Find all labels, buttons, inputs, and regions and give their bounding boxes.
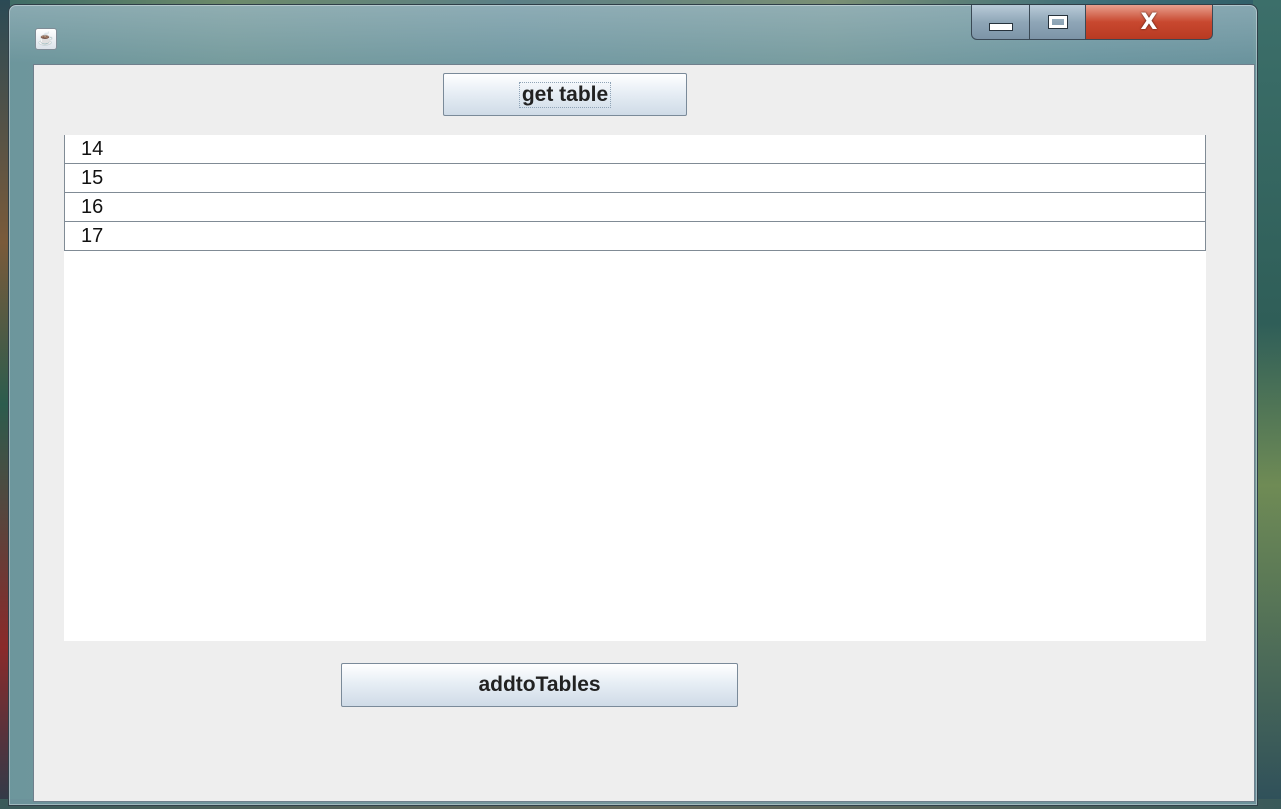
- table-row[interactable]: 14: [64, 135, 1206, 164]
- window-controls: X: [971, 5, 1255, 40]
- maximize-icon: [1048, 15, 1068, 29]
- close-button[interactable]: X: [1085, 5, 1213, 40]
- table-panel[interactable]: 14 15 16 17: [64, 135, 1206, 641]
- get-table-button[interactable]: get table: [443, 73, 687, 116]
- minimize-icon: [989, 23, 1013, 31]
- add-to-tables-button-label: addtoTables: [478, 673, 601, 696]
- app-window: ☕ X get table 14 15 16 17 addtoTables: [8, 4, 1258, 806]
- table-cell: 14: [81, 138, 104, 160]
- table-row[interactable]: 17: [64, 222, 1206, 251]
- content-panel: get table 14 15 16 17 addtoTables: [33, 64, 1255, 802]
- add-to-tables-button[interactable]: addtoTables: [341, 663, 738, 707]
- table-row[interactable]: 16: [64, 193, 1206, 222]
- java-icon[interactable]: ☕: [35, 28, 57, 50]
- minimize-button[interactable]: [971, 5, 1031, 40]
- table-cell: 15: [81, 167, 104, 189]
- title-bar[interactable]: ☕ X: [9, 5, 1257, 63]
- table-row[interactable]: 15: [64, 164, 1206, 193]
- maximize-button[interactable]: [1029, 5, 1087, 40]
- get-table-button-label: get table: [518, 81, 612, 108]
- table-cell: 17: [81, 225, 104, 247]
- close-icon: X: [1140, 9, 1158, 35]
- table-cell: 16: [81, 196, 104, 218]
